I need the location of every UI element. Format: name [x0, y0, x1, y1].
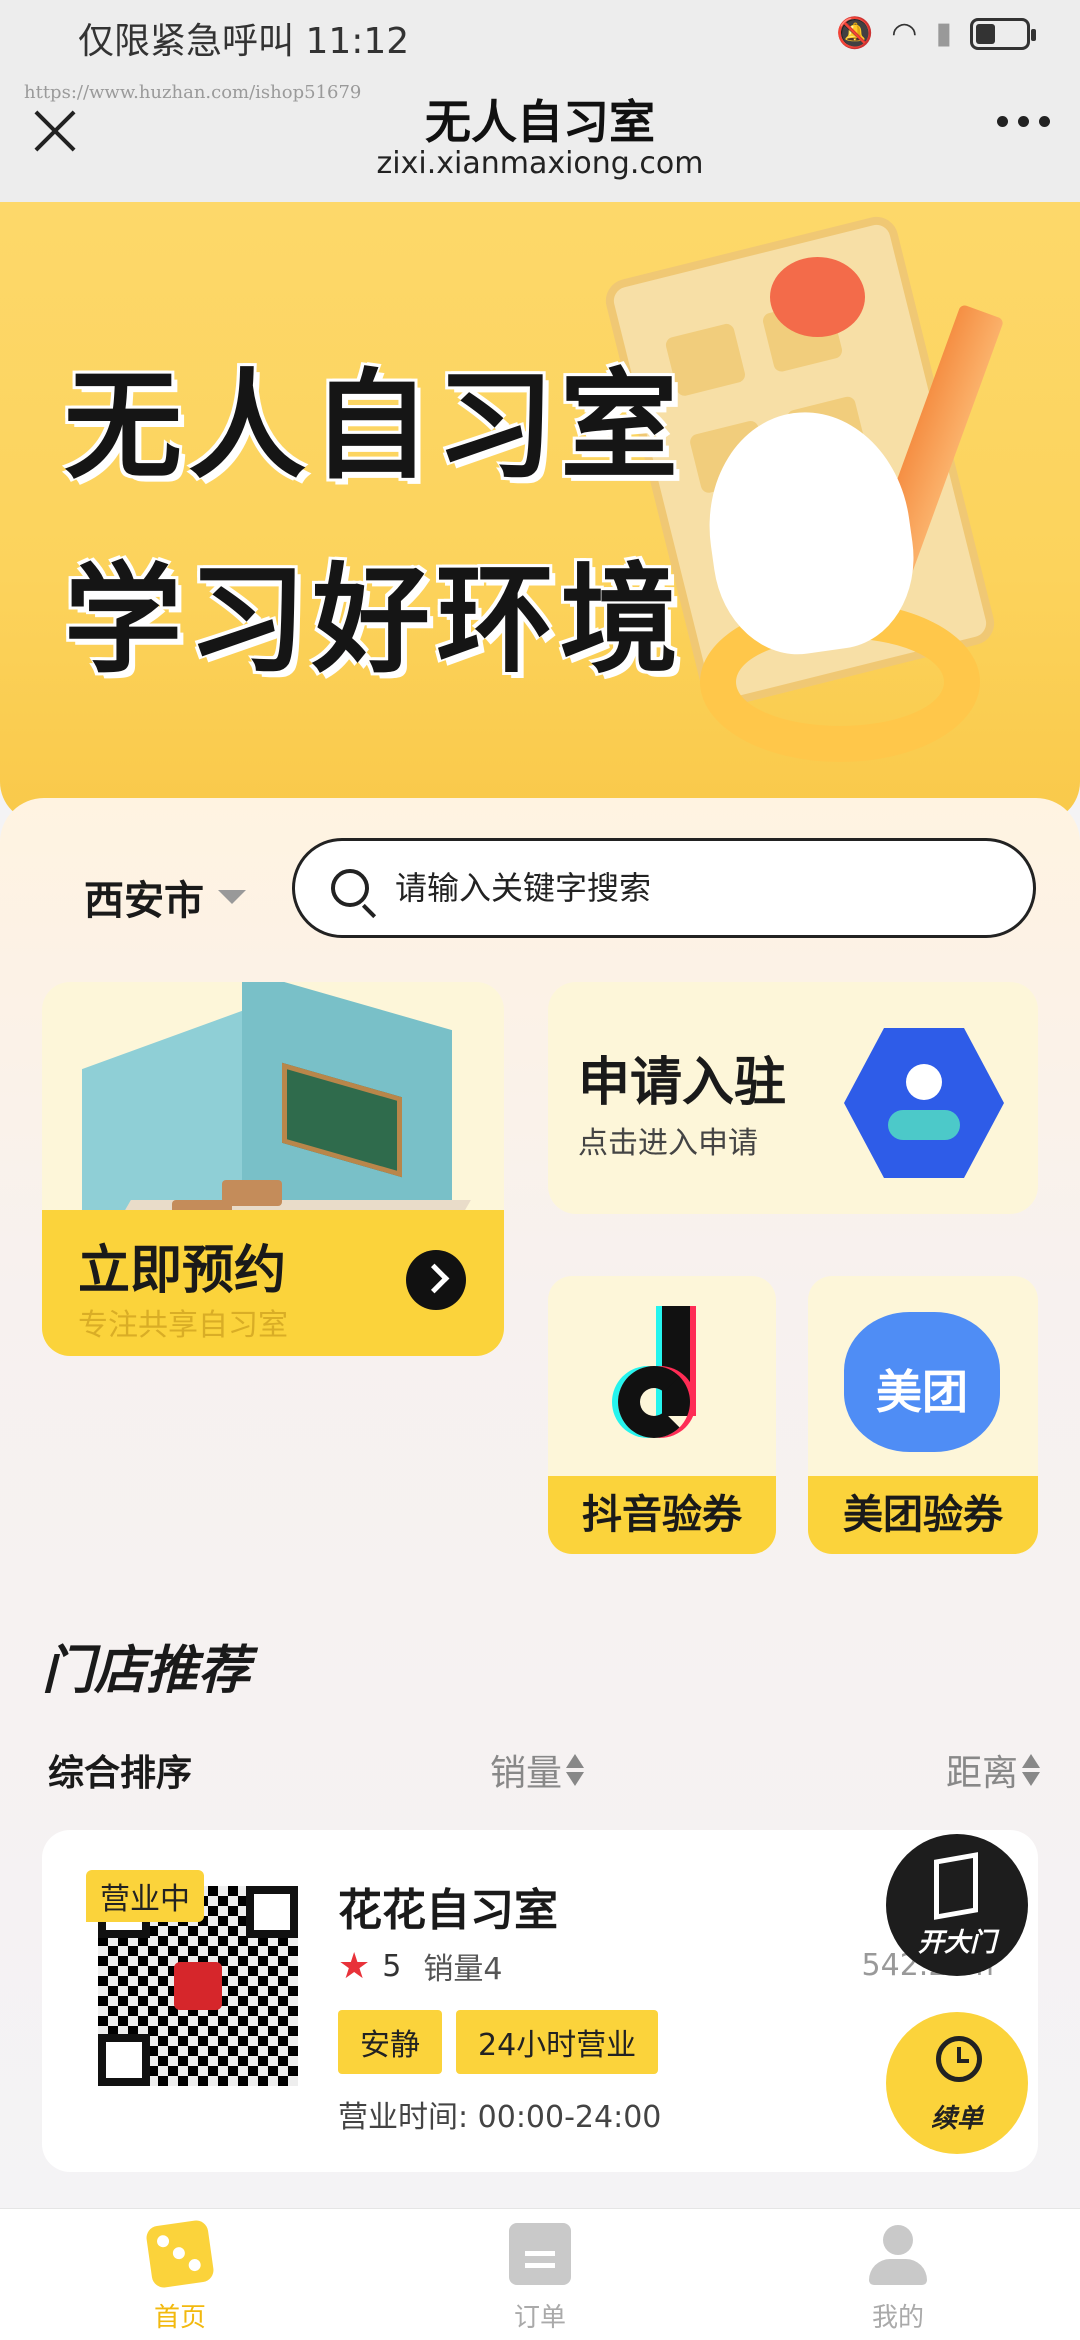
- renew-order-label: 续单: [930, 2104, 983, 2134]
- user-icon: [867, 2223, 929, 2285]
- qr-logo: [174, 1962, 222, 2010]
- status-icons: 🔕 ◠ ▮: [835, 16, 1036, 51]
- douyin-voucher-label: 抖音验券: [548, 1476, 776, 1554]
- chevron-down-icon: [218, 890, 246, 904]
- sort-sales[interactable]: 销量: [490, 1744, 585, 1796]
- arrow-right-icon[interactable]: [406, 1250, 466, 1310]
- bottom-nav: 首页 订单 我的: [0, 2208, 1080, 2340]
- wifi-icon: ◠: [891, 16, 918, 51]
- nav-me-label: 我的: [871, 2303, 924, 2333]
- douyin-voucher-card[interactable]: 抖音验券: [548, 1276, 776, 1554]
- status-bar: 仅限紧急呼叫 11:12 🔕 ◠ ▮: [0, 0, 1080, 72]
- sort-bar: 综合排序 销量 距离: [0, 1738, 1080, 1798]
- banner-headline-1: 无人自习室: [64, 357, 685, 495]
- more-icon[interactable]: [997, 116, 1050, 127]
- open-status-badge: 营业中: [86, 1870, 204, 1922]
- open-door-label: 开大门: [917, 1928, 996, 1958]
- chat-bubble-illustration: [770, 257, 865, 337]
- nav-orders[interactable]: 订单: [440, 2223, 640, 2334]
- door-icon: [934, 1852, 978, 1920]
- sort-default[interactable]: 综合排序: [48, 1744, 192, 1796]
- nav-me[interactable]: 我的: [798, 2223, 998, 2334]
- sort-sales-label: 销量: [490, 1753, 563, 1794]
- store-tag: 安静: [338, 2010, 442, 2074]
- store-tags: 安静 24小时营业: [338, 2010, 659, 2074]
- hero-banner[interactable]: 无人自习室 学习好环境: [0, 202, 1080, 822]
- section-title: 门店推荐: [42, 1641, 251, 1701]
- banner-headline-2: 学习好环境: [64, 551, 685, 689]
- store-tag: 24小时营业: [456, 2010, 659, 2074]
- page-domain: zixi.xianmaxiong.com: [376, 146, 704, 181]
- mute-icon: 🔕: [835, 16, 874, 51]
- battery-icon: [970, 17, 1036, 50]
- meituan-voucher-card[interactable]: 美团 美团验券: [808, 1276, 1038, 1554]
- nav-home[interactable]: 首页: [80, 2218, 280, 2334]
- douyin-logo-icon: [610, 1306, 720, 1456]
- status-time: 仅限紧急呼叫 11:12: [78, 21, 410, 62]
- battery-level: [976, 23, 995, 44]
- sort-distance[interactable]: 距离: [946, 1744, 1040, 1796]
- signal-icon: ▮: [935, 16, 952, 51]
- meituan-voucher-label: 美团验券: [808, 1476, 1038, 1554]
- page-title: 无人自习室: [425, 95, 655, 149]
- book-now-card[interactable]: 立即预约 专注共享自习室: [42, 982, 504, 1356]
- search-input[interactable]: [395, 863, 995, 913]
- store-hours: 营业时间: 00:00-24:00: [338, 2100, 662, 2135]
- main-panel: 西安市 立即预约 专注共享自习室 申请入驻 点击进入申请: [0, 798, 1080, 2208]
- sort-distance-label: 距离: [945, 1753, 1018, 1794]
- open-door-button[interactable]: 开大门: [886, 1834, 1028, 1976]
- user-hexagon-icon: [844, 1028, 1004, 1178]
- dice-home-icon: [144, 2218, 216, 2290]
- apply-join-title: 申请入驻: [578, 1053, 787, 1113]
- meituan-logo-icon: 美团: [844, 1312, 1000, 1452]
- book-now-subtitle: 专注共享自习室: [78, 1308, 288, 1343]
- store-rating: 5: [382, 1948, 402, 1984]
- store-sales: 销量4: [423, 1952, 503, 1987]
- store-name: 花花自习室: [338, 1885, 558, 1936]
- city-selector[interactable]: 西安市: [84, 868, 246, 926]
- apply-join-subtitle: 点击进入申请: [578, 1126, 758, 1161]
- book-now-title: 立即预约: [78, 1241, 287, 1301]
- sort-arrows-icon: [1022, 1752, 1040, 1788]
- apply-join-card[interactable]: 申请入驻 点击进入申请: [548, 982, 1038, 1214]
- nav-orders-label: 订单: [513, 2303, 566, 2333]
- search-bar[interactable]: [292, 838, 1036, 938]
- meituan-logo-text: 美团: [876, 1365, 968, 1419]
- renew-order-button[interactable]: 续单: [886, 2012, 1028, 2154]
- nav-home-label: 首页: [153, 2303, 206, 2333]
- store-meta: ★ 5 销量4: [338, 1944, 502, 1988]
- star-icon: ★: [338, 1945, 371, 1987]
- book-now-bar[interactable]: 立即预约 专注共享自习室: [42, 1210, 504, 1356]
- clock-icon: [936, 2036, 982, 2082]
- sort-arrows-icon: [566, 1752, 585, 1788]
- title-bar: https://www.huzhan.com/ishop51679 无人自习室 …: [0, 72, 1080, 202]
- search-icon: [331, 869, 369, 907]
- document-icon: [509, 2223, 571, 2285]
- city-label: 西安市: [84, 878, 204, 924]
